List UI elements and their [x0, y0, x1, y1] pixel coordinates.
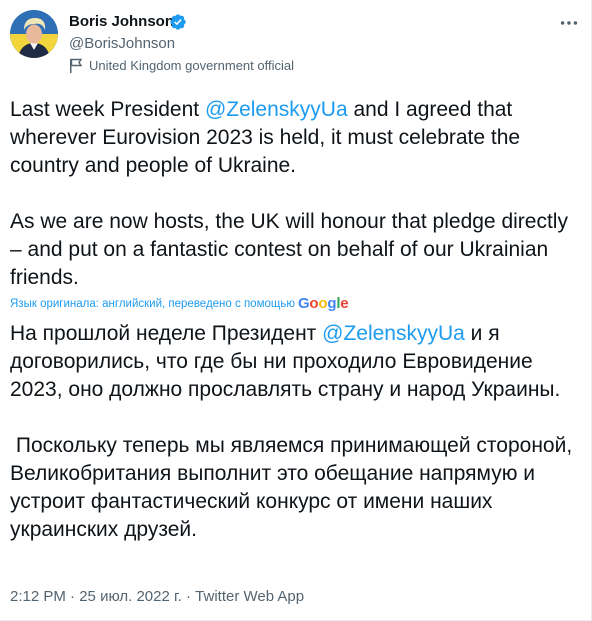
meta-separator: · [65, 588, 80, 605]
tweet-paragraph: Last week President @ZelenskyyUa and I a… [10, 96, 585, 180]
translated-paragraph: Поскольку теперь мы являемся принимающей… [10, 434, 579, 541]
tweet-time[interactable]: 2:12 PM [10, 588, 66, 605]
government-label[interactable]: United Kingdom government official [89, 57, 294, 75]
tweet-paragraph: As we are now hosts, the UK will honour … [10, 210, 568, 289]
tweet-date[interactable]: 25 июл. 2022 г. [79, 588, 182, 605]
avatar-image [10, 10, 58, 58]
translated-text-segment: На прошлой неделе Президент [10, 322, 323, 345]
flag-icon [70, 58, 83, 73]
verified-badge-icon [170, 14, 186, 30]
tweet-text: Last week President @ZelenskyyUa and I a… [10, 96, 585, 292]
translated-paragraph: На прошлой неделе Президент @ZelenskyyUa… [10, 320, 585, 404]
tweet-meta: 2:12 PM · 25 июл. 2022 г. · Twitter Web … [10, 587, 304, 607]
meta-separator: · [181, 588, 196, 605]
translated-text: На прошлой неделе Президент @ZelenskyyUa… [10, 320, 585, 544]
google-logo: Google [297, 295, 349, 312]
translation-notice[interactable]: Язык оригинала: английский, переведено с… [10, 295, 349, 312]
author-name[interactable]: Boris Johnson [69, 12, 174, 32]
avatar[interactable] [10, 10, 58, 58]
mention-link[interactable]: @ZelenskyyUa [205, 98, 348, 121]
author-handle[interactable]: @BorisJohnson [69, 34, 175, 54]
more-options-icon[interactable] [558, 12, 580, 34]
tweet-text-segment: Last week President [10, 98, 205, 121]
tweet-source[interactable]: Twitter Web App [195, 588, 304, 605]
translation-notice-text: Язык оригинала: английский, переведено с… [10, 298, 295, 310]
mention-link[interactable]: @ZelenskyyUa [322, 322, 465, 345]
